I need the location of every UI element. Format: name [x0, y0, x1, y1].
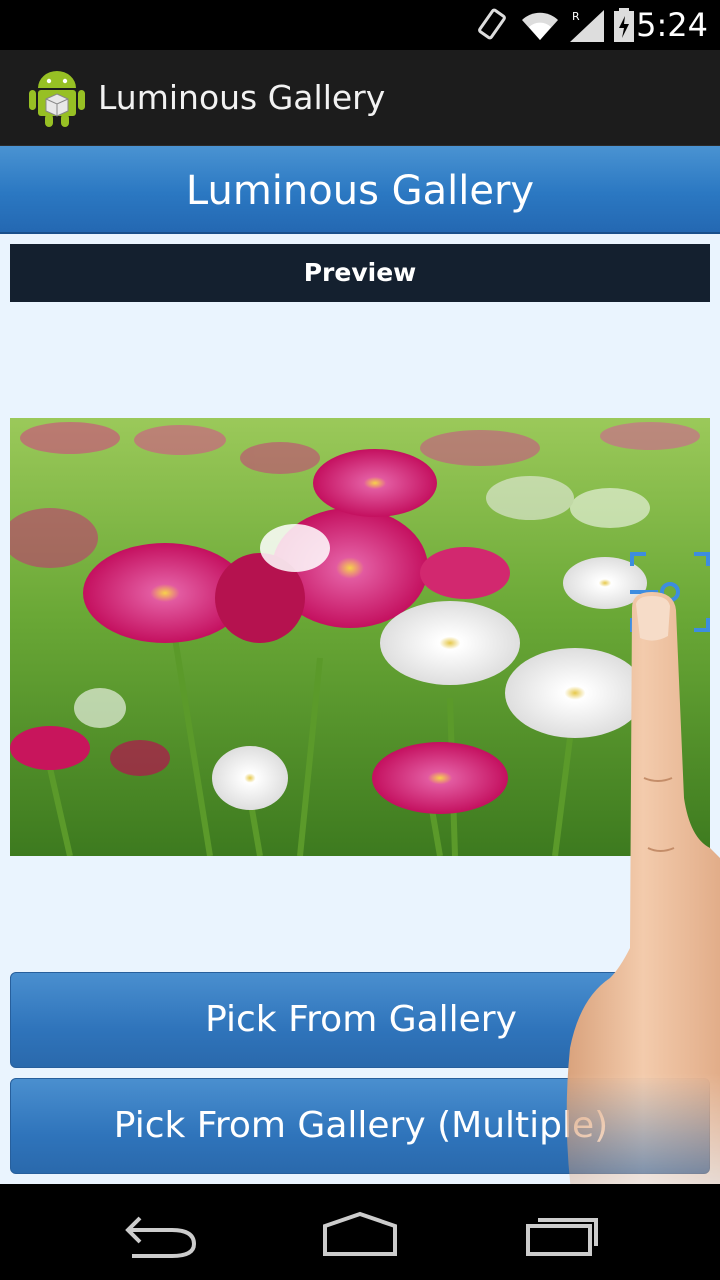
recents-icon[interactable]: [510, 1204, 610, 1260]
status-bar: R 5:24: [0, 0, 720, 50]
action-bar: Luminous Gallery: [0, 50, 720, 146]
flower-photo[interactable]: [10, 418, 710, 856]
page-title: Luminous Gallery: [185, 168, 535, 214]
header-band: Luminous Gallery: [0, 146, 720, 234]
battery-icon: [612, 8, 636, 46]
screen-rotate-icon: [476, 8, 508, 46]
preview-label: Preview: [303, 258, 417, 287]
android-icon[interactable]: [28, 68, 86, 128]
pick-from-gallery-button[interactable]: Pick From Gallery: [10, 972, 710, 1068]
main-content: Luminous Gallery Preview Pick From Galle…: [0, 146, 720, 1184]
back-icon[interactable]: [110, 1204, 210, 1260]
svg-text:R: R: [572, 10, 580, 23]
status-time: 5:24: [636, 6, 708, 44]
navigation-bar: [0, 1184, 720, 1280]
signal-icon: R: [566, 8, 606, 46]
preview-bar: Preview: [10, 244, 710, 302]
pick-from-gallery-multiple-button[interactable]: Pick From Gallery (Multiple): [10, 1078, 710, 1174]
action-bar-title: Luminous Gallery: [98, 78, 386, 117]
wifi-icon: [520, 8, 560, 46]
pick-from-gallery-label: Pick From Gallery: [205, 999, 517, 1040]
home-icon[interactable]: [310, 1204, 410, 1260]
pick-from-gallery-multiple-label: Pick From Gallery (Multiple): [113, 1105, 609, 1146]
